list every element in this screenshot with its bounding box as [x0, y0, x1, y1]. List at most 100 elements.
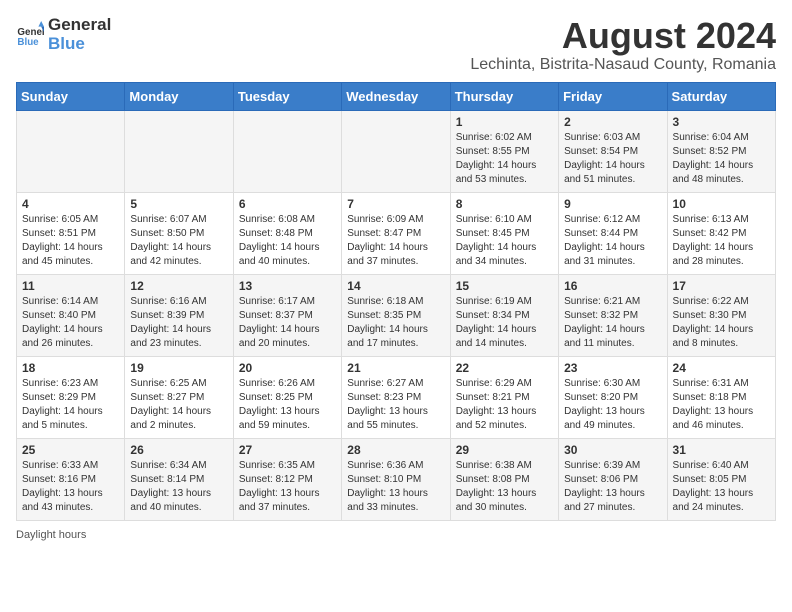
calendar-day-cell: [342, 110, 450, 192]
calendar-day-cell: 29 Sunrise: 6:38 AM Sunset: 8:08 PM Dayli…: [450, 438, 558, 520]
calendar-day-cell: 11 Sunrise: 6:14 AM Sunset: 8:40 PM Dayli…: [17, 274, 125, 356]
day-info: Sunrise: 6:18 AM Sunset: 8:35 PM Dayligh…: [347, 295, 444, 351]
day-info: Sunrise: 6:31 AM Sunset: 8:18 PM Dayligh…: [673, 377, 770, 433]
day-number: 28: [347, 443, 444, 457]
day-number: 30: [564, 443, 661, 457]
day-number: 29: [456, 443, 553, 457]
header-tuesday: Tuesday: [233, 82, 341, 110]
day-number: 26: [130, 443, 227, 457]
day-number: 13: [239, 279, 336, 293]
day-info: Sunrise: 6:10 AM Sunset: 8:45 PM Dayligh…: [456, 213, 553, 269]
day-info: Sunrise: 6:23 AM Sunset: 8:29 PM Dayligh…: [22, 377, 119, 433]
calendar-day-cell: 21 Sunrise: 6:27 AM Sunset: 8:23 PM Dayli…: [342, 356, 450, 438]
calendar-day-cell: 8 Sunrise: 6:10 AM Sunset: 8:45 PM Daylig…: [450, 192, 558, 274]
calendar-day-cell: 2Sunrise: 6:03 AM Sunset: 8:54 PM Daylig…: [559, 110, 667, 192]
day-number: 22: [456, 361, 553, 375]
calendar-week-row: 11 Sunrise: 6:14 AM Sunset: 8:40 PM Dayli…: [17, 274, 776, 356]
day-number: 6: [239, 197, 336, 211]
day-number: 7: [347, 197, 444, 211]
calendar-week-row: 18 Sunrise: 6:23 AM Sunset: 8:29 PM Dayli…: [17, 356, 776, 438]
header-monday: Monday: [125, 82, 233, 110]
day-info: Sunrise: 6:16 AM Sunset: 8:39 PM Dayligh…: [130, 295, 227, 351]
day-number: 18: [22, 361, 119, 375]
page-title: August 2024: [470, 16, 776, 56]
calendar-day-cell: 18 Sunrise: 6:23 AM Sunset: 8:29 PM Dayli…: [17, 356, 125, 438]
title-block: August 2024 Lechinta, Bistrita-Nasaud Co…: [470, 16, 776, 74]
calendar-day-cell: 24Sunrise: 6:31 AM Sunset: 8:18 PM Dayli…: [667, 356, 775, 438]
calendar-day-cell: 4 Sunrise: 6:05 AM Sunset: 8:51 PM Daylig…: [17, 192, 125, 274]
header-thursday: Thursday: [450, 82, 558, 110]
calendar-day-cell: 19 Sunrise: 6:25 AM Sunset: 8:27 PM Dayli…: [125, 356, 233, 438]
day-number: 17: [673, 279, 770, 293]
day-info: Sunrise: 6:21 AM Sunset: 8:32 PM Dayligh…: [564, 295, 661, 351]
day-info: Sunrise: 6:33 AM Sunset: 8:16 PM Dayligh…: [22, 459, 119, 515]
day-number: 5: [130, 197, 227, 211]
day-info: Sunrise: 6:19 AM Sunset: 8:34 PM Dayligh…: [456, 295, 553, 351]
calendar-day-cell: 3Sunrise: 6:04 AM Sunset: 8:52 PM Daylig…: [667, 110, 775, 192]
day-number: 11: [22, 279, 119, 293]
calendar-day-cell: 25 Sunrise: 6:33 AM Sunset: 8:16 PM Dayli…: [17, 438, 125, 520]
day-info: Sunrise: 6:04 AM Sunset: 8:52 PM Dayligh…: [673, 131, 770, 187]
calendar-day-cell: 28Sunrise: 6:36 AM Sunset: 8:10 PM Dayli…: [342, 438, 450, 520]
calendar-day-cell: 26Sunrise: 6:34 AM Sunset: 8:14 PM Dayli…: [125, 438, 233, 520]
header-sunday: Sunday: [17, 82, 125, 110]
day-number: 19: [130, 361, 227, 375]
calendar-week-row: 25 Sunrise: 6:33 AM Sunset: 8:16 PM Dayli…: [17, 438, 776, 520]
day-number: 14: [347, 279, 444, 293]
calendar-day-cell: 12 Sunrise: 6:16 AM Sunset: 8:39 PM Dayli…: [125, 274, 233, 356]
calendar-header-row: SundayMondayTuesdayWednesdayThursdayFrid…: [17, 82, 776, 110]
day-number: 27: [239, 443, 336, 457]
day-info: Sunrise: 6:09 AM Sunset: 8:47 PM Dayligh…: [347, 213, 444, 269]
calendar-day-cell: 14 Sunrise: 6:18 AM Sunset: 8:35 PM Dayli…: [342, 274, 450, 356]
logo-general: General: [48, 16, 111, 35]
day-number: 9: [564, 197, 661, 211]
calendar-day-cell: [233, 110, 341, 192]
calendar-day-cell: 10Sunrise: 6:13 AM Sunset: 8:42 PM Dayli…: [667, 192, 775, 274]
day-number: 25: [22, 443, 119, 457]
day-info: Sunrise: 6:02 AM Sunset: 8:55 PM Dayligh…: [456, 131, 553, 187]
day-number: 12: [130, 279, 227, 293]
day-number: 4: [22, 197, 119, 211]
page-header: General Blue General Blue August 2024 Le…: [16, 16, 776, 74]
day-info: Sunrise: 6:08 AM Sunset: 8:48 PM Dayligh…: [239, 213, 336, 269]
day-info: Sunrise: 6:25 AM Sunset: 8:27 PM Dayligh…: [130, 377, 227, 433]
calendar-day-cell: 13Sunrise: 6:17 AM Sunset: 8:37 PM Dayli…: [233, 274, 341, 356]
day-number: 8: [456, 197, 553, 211]
day-number: 15: [456, 279, 553, 293]
day-info: Sunrise: 6:14 AM Sunset: 8:40 PM Dayligh…: [22, 295, 119, 351]
calendar-day-cell: 30Sunrise: 6:39 AM Sunset: 8:06 PM Dayli…: [559, 438, 667, 520]
legend: Daylight hours: [16, 529, 776, 541]
day-number: 2: [564, 115, 661, 129]
day-info: Sunrise: 6:38 AM Sunset: 8:08 PM Dayligh…: [456, 459, 553, 515]
day-info: Sunrise: 6:40 AM Sunset: 8:05 PM Dayligh…: [673, 459, 770, 515]
calendar-day-cell: 31 Sunrise: 6:40 AM Sunset: 8:05 PM Dayli…: [667, 438, 775, 520]
day-number: 16: [564, 279, 661, 293]
logo: General Blue General Blue: [16, 16, 111, 53]
calendar-table: SundayMondayTuesdayWednesdayThursdayFrid…: [16, 82, 776, 521]
calendar-day-cell: 1Sunrise: 6:02 AM Sunset: 8:55 PM Daylig…: [450, 110, 558, 192]
calendar-day-cell: 9Sunrise: 6:12 AM Sunset: 8:44 PM Daylig…: [559, 192, 667, 274]
calendar-day-cell: 22Sunrise: 6:29 AM Sunset: 8:21 PM Dayli…: [450, 356, 558, 438]
calendar-day-cell: 16 Sunrise: 6:21 AM Sunset: 8:32 PM Dayli…: [559, 274, 667, 356]
day-info: Sunrise: 6:05 AM Sunset: 8:51 PM Dayligh…: [22, 213, 119, 269]
day-number: 31: [673, 443, 770, 457]
day-info: Sunrise: 6:13 AM Sunset: 8:42 PM Dayligh…: [673, 213, 770, 269]
logo-blue: Blue: [48, 35, 111, 54]
day-number: 21: [347, 361, 444, 375]
calendar-day-cell: 6 Sunrise: 6:08 AM Sunset: 8:48 PM Daylig…: [233, 192, 341, 274]
page-subtitle: Lechinta, Bistrita-Nasaud County, Romani…: [470, 56, 776, 74]
day-info: Sunrise: 6:07 AM Sunset: 8:50 PM Dayligh…: [130, 213, 227, 269]
calendar-day-cell: 23Sunrise: 6:30 AM Sunset: 8:20 PM Dayli…: [559, 356, 667, 438]
day-info: Sunrise: 6:27 AM Sunset: 8:23 PM Dayligh…: [347, 377, 444, 433]
calendar-day-cell: 27Sunrise: 6:35 AM Sunset: 8:12 PM Dayli…: [233, 438, 341, 520]
calendar-day-cell: 5 Sunrise: 6:07 AM Sunset: 8:50 PM Daylig…: [125, 192, 233, 274]
calendar-week-row: 4 Sunrise: 6:05 AM Sunset: 8:51 PM Daylig…: [17, 192, 776, 274]
header-saturday: Saturday: [667, 82, 775, 110]
day-info: Sunrise: 6:22 AM Sunset: 8:30 PM Dayligh…: [673, 295, 770, 351]
calendar-day-cell: 7 Sunrise: 6:09 AM Sunset: 8:47 PM Daylig…: [342, 192, 450, 274]
calendar-day-cell: 17 Sunrise: 6:22 AM Sunset: 8:30 PM Dayli…: [667, 274, 775, 356]
calendar-day-cell: 20Sunrise: 6:26 AM Sunset: 8:25 PM Dayli…: [233, 356, 341, 438]
calendar-day-cell: 15 Sunrise: 6:19 AM Sunset: 8:34 PM Dayli…: [450, 274, 558, 356]
header-wednesday: Wednesday: [342, 82, 450, 110]
svg-text:Blue: Blue: [17, 36, 39, 47]
